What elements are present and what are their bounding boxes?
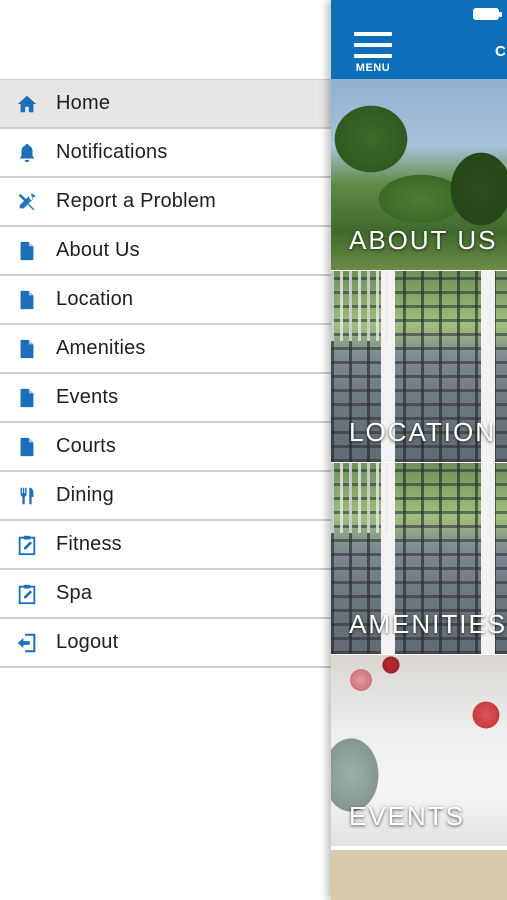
drawer-item-label: Spa [56,582,93,604]
document-icon [0,338,52,360]
drawer-item-courts[interactable]: Courts [0,423,331,472]
document-icon [0,289,52,311]
tools-icon [0,191,52,213]
drawer-item-label: Logout [56,631,119,653]
tile-label: EVENTS [349,801,466,831]
main-panel: MENU C ABOUT US LOCATION AMENITIES EVENT… [331,0,507,900]
menu-button-label: MENU [355,62,391,74]
drawer-item-report-a-problem[interactable]: Report a Problem [0,178,331,227]
drawer-item-label: Amenities [56,337,146,359]
drawer-item-spa[interactable]: Spa [0,570,331,619]
bell-icon [0,142,52,164]
drawer-item-label: Events [56,386,119,408]
clipboard-icon [0,583,52,605]
drawer-item-dining[interactable]: Dining [0,472,331,521]
drawer-item-label: About Us [56,239,140,261]
logout-icon [0,632,52,654]
app-title: C [495,43,506,60]
clipboard-icon [0,534,52,556]
drawer-item-label: Report a Problem [56,190,216,212]
tile-events[interactable]: EVENTS [331,655,507,846]
document-icon [0,387,52,409]
tile-amenities[interactable]: AMENITIES [331,463,507,654]
drawer-item-fitness[interactable]: Fitness [0,521,331,570]
hamburger-icon [354,32,392,58]
tile-label: ABOUT US [349,225,498,255]
navigation-drawer: Home Notifications Report a Problem Abou… [0,0,331,900]
drawer-item-label: Notifications [56,141,168,163]
drawer-item-home[interactable]: Home [0,80,331,129]
drawer-item-label: Fitness [56,533,122,555]
drawer-item-location[interactable]: Location [0,276,331,325]
tile-label: AMENITIES [349,609,507,639]
menu-button[interactable]: MENU [349,32,397,74]
tile-location[interactable]: LOCATION [331,271,507,462]
app-bar: MENU C [331,0,507,79]
drawer-item-label: Dining [56,484,114,506]
drawer-item-label: Courts [56,435,117,457]
battery-icon [473,8,502,20]
tile-courts-partial[interactable] [331,847,507,900]
drawer-item-label: Home [56,92,111,114]
home-tiles: ABOUT US LOCATION AMENITIES EVENTS [331,79,507,900]
document-icon [0,436,52,458]
drawer-item-notifications[interactable]: Notifications [0,129,331,178]
home-icon [0,93,52,115]
drawer-item-amenities[interactable]: Amenities [0,325,331,374]
document-icon [0,240,52,262]
utensils-icon [0,485,52,507]
tile-label: LOCATION [349,417,496,447]
drawer-item-events[interactable]: Events [0,374,331,423]
drawer-menu-list: Home Notifications Report a Problem Abou… [0,79,331,668]
tile-about-us[interactable]: ABOUT US [331,79,507,270]
drawer-header-space [0,0,331,79]
drawer-item-label: Location [56,288,134,310]
drawer-item-about-us[interactable]: About Us [0,227,331,276]
drawer-item-logout[interactable]: Logout [0,619,331,668]
